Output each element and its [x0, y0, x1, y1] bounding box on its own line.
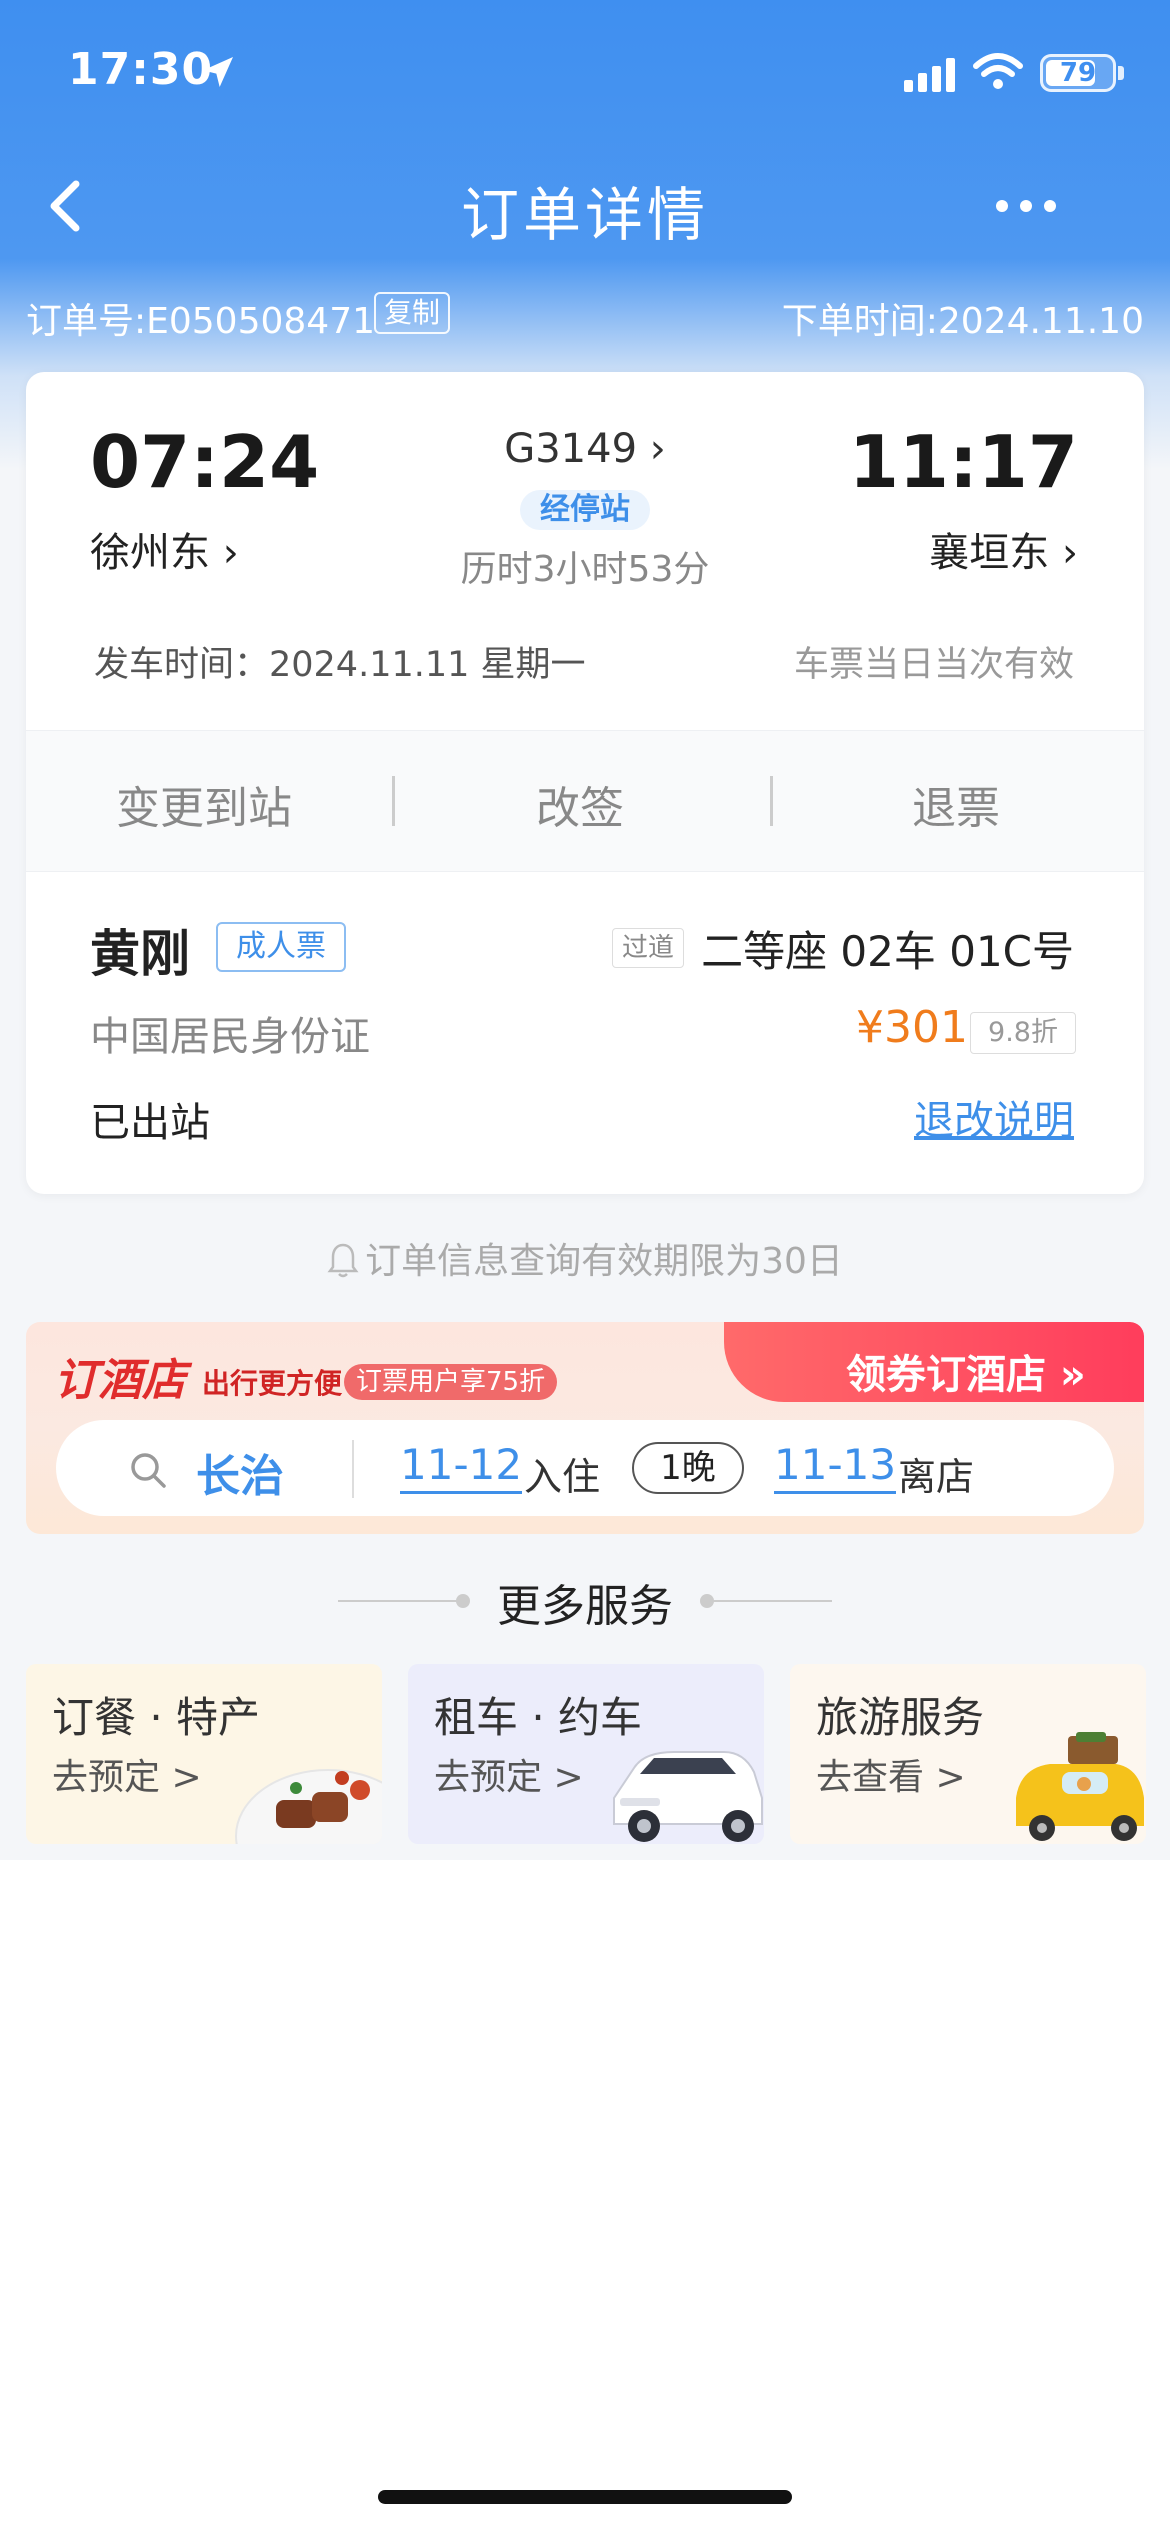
travel-car-icon	[1016, 1732, 1144, 1841]
hotel-coupon-button[interactable]: 领券订酒店 »	[846, 1342, 1086, 1400]
ticket-price: ¥301	[856, 1002, 968, 1053]
more-options-button[interactable]	[990, 186, 1062, 226]
rebook-button[interactable]: 改签	[536, 772, 624, 836]
id-type: 中国居民身份证	[90, 1014, 370, 1060]
checkin-label: 入住	[524, 1455, 601, 1499]
battery-indicator: 79	[1040, 54, 1116, 92]
refund-rules-link[interactable]: 退改说明	[914, 1088, 1074, 1146]
seat-position-badge: 过道	[612, 928, 684, 968]
checkout-date[interactable]: 11-13	[774, 1440, 897, 1494]
search-divider	[352, 1440, 354, 1498]
action-divider	[392, 776, 395, 826]
bell-icon	[327, 1243, 359, 1278]
ticket-type-badge: 成人票	[216, 922, 346, 972]
search-icon	[131, 1453, 166, 1488]
checkin-date[interactable]: 11-12	[400, 1440, 523, 1494]
hotel-subtitle: 出行更方便	[202, 1367, 343, 1400]
nights-badge: 1晚	[632, 1442, 744, 1494]
service-card-travel[interactable]: 旅游服务 去查看 >	[790, 1664, 1146, 1844]
battery-cap	[1118, 66, 1124, 80]
food-plate-icon	[235, 1769, 382, 1844]
departure-date: 发车时间：2024.11.11 星期一	[94, 645, 586, 685]
service-title: 旅游服务	[816, 1693, 985, 1742]
service-card-food[interactable]: 订餐 · 特产 去预定 >	[26, 1664, 382, 1844]
location-arrow-icon	[203, 57, 233, 87]
checkout-label: 离店	[898, 1455, 975, 1499]
seat-info: 二等座 02车 01C号	[701, 927, 1074, 976]
refund-button[interactable]: 退票	[912, 772, 1000, 836]
stops-button[interactable]: 经停站	[520, 490, 650, 530]
service-link: 去预定 >	[52, 1757, 202, 1798]
arrival-time: 11:17	[848, 420, 1078, 504]
car-icon	[613, 1751, 763, 1842]
change-station-button[interactable]: 变更到站	[116, 772, 292, 836]
discount-badge: 9.8折	[970, 1012, 1076, 1054]
ticket-status: 已出站	[90, 1100, 210, 1146]
hotel-city-input[interactable]: 长治	[196, 1440, 284, 1504]
order-time: 下单时间:2024.11.10	[781, 301, 1144, 342]
validity-notice-text: 订单信息查询有效期限为30日	[365, 1241, 843, 1282]
lower-background	[0, 1860, 1170, 2532]
passenger-name: 黄刚	[90, 925, 190, 983]
copy-order-button[interactable]: 复制	[374, 292, 451, 334]
service-title: 订餐 · 特产	[52, 1693, 261, 1742]
arrival-station[interactable]: 襄垣东 ›	[929, 520, 1078, 578]
hotel-logo: 订酒店	[54, 1355, 186, 1406]
service-link: 去查看 >	[816, 1757, 966, 1798]
ticket-validity: 车票当日当次有效	[793, 645, 1074, 685]
service-link: 去预定 >	[434, 1757, 584, 1798]
status-time: 17:30	[68, 44, 214, 95]
hotel-promo-badge: 订票用户享75折	[344, 1364, 558, 1400]
service-card-car[interactable]: 租车 · 约车 去预定 >	[408, 1664, 764, 1844]
cellular-signal-icon	[904, 58, 955, 92]
home-indicator[interactable]	[378, 2490, 792, 2504]
battery-percent: 79	[1059, 58, 1097, 88]
validity-notice: 订单信息查询有效期限为30日	[0, 1232, 1170, 1284]
more-services-title: 更多服务	[497, 1581, 673, 1632]
order-number: 订单号:E050508471	[26, 301, 376, 342]
section-divider-line	[706, 1600, 832, 1602]
action-divider	[770, 776, 773, 826]
wifi-icon	[973, 53, 1023, 89]
